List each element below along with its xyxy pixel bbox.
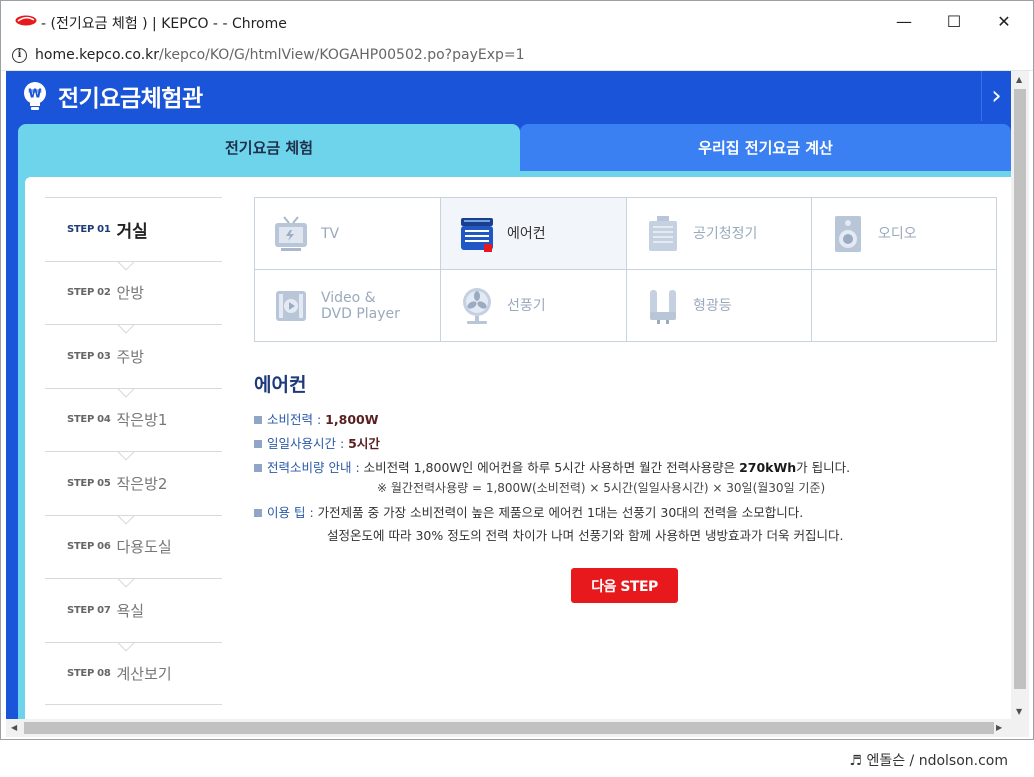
fluorescent-lamp-icon	[650, 289, 676, 324]
next-step-button[interactable]: 다음 STEP	[571, 568, 678, 603]
appliance-audio[interactable]: 오디오	[812, 198, 996, 270]
brand-header: ₩ 전기요금체험관	[22, 79, 203, 113]
horizontal-scrollbar[interactable]: ◀ ▶	[6, 719, 1029, 737]
chevron-right-icon[interactable]: ›	[981, 71, 1011, 121]
bullet-icon	[254, 509, 262, 517]
appliance-air-purifier[interactable]: 공기청정기	[627, 198, 812, 270]
scroll-left-icon[interactable]: ◀	[11, 723, 17, 732]
watermark: ♬ 엔돌슨 / ndolson.com	[849, 753, 1008, 769]
video-player-icon	[276, 290, 306, 321]
appliance-air-conditioner[interactable]: 에어컨	[441, 198, 627, 270]
step-item-kitchen[interactable]: STEP 03 주방	[45, 324, 222, 397]
air-conditioner-icon	[461, 217, 493, 252]
minimize-button[interactable]: —	[881, 7, 927, 35]
brand-title: 전기요금체험관	[58, 86, 203, 112]
lightbulb-logo-icon: ₩	[24, 82, 46, 110]
scroll-down-icon[interactable]: ▼	[1016, 707, 1022, 716]
close-button[interactable]: ✕	[981, 7, 1027, 35]
appliance-grid: TV 에어컨 공기청정기 오디오 Video & DVD Player 선풍기 …	[254, 197, 997, 342]
formula-line: ※ 월간전력사용량 = 1,800W(소비전력) × 5시간(일일사용시간) ×…	[377, 481, 826, 495]
tv-icon	[275, 215, 307, 251]
appliance-fluorescent-lamp[interactable]: 형광등	[627, 270, 812, 341]
window-title: - (전기요금 체험 ) | KEPCO - - Chrome	[41, 16, 287, 32]
info-icon[interactable]: i	[12, 48, 27, 63]
bullet-icon	[254, 416, 262, 424]
fan-icon	[463, 287, 491, 324]
speaker-icon	[835, 215, 861, 252]
vertical-scrollbar[interactable]: ▲ ▼	[1011, 71, 1029, 719]
svg-text:₩: ₩	[28, 87, 42, 101]
tip-line-2: 설정온도에 따라 30% 정도의 전력 차이가 나며 선풍기와 함께 사용하면 …	[327, 528, 844, 543]
usage-line: 전력소비량 안내 : 소비전력 1,800W인 에어컨을 하루 5시간 사용하면…	[254, 457, 850, 476]
title-bar: - (전기요금 체험 ) | KEPCO - - Chrome — ☐ ✕	[1, 1, 1033, 41]
step-item-calculation[interactable]: STEP 08 계산보기	[45, 641, 222, 705]
step-item-small-room-2[interactable]: STEP 05 작은방2	[45, 451, 222, 524]
address-bar[interactable]: i home.kepco.co.kr/kepco/KO/G/htmlView/K…	[1, 41, 1033, 71]
scroll-right-icon[interactable]: ▶	[996, 723, 1002, 732]
appliance-tv[interactable]: TV	[255, 198, 441, 270]
step-item-living-room[interactable]: STEP 01 거실	[45, 197, 222, 270]
kepco-logo-icon	[15, 15, 37, 26]
vertical-scroll-thumb[interactable]	[1014, 89, 1026, 689]
appliance-empty-slot	[812, 270, 996, 341]
bullet-icon	[254, 464, 262, 472]
step-item-utility-room[interactable]: STEP 06 다용도실	[45, 514, 222, 588]
tab-experience[interactable]: 전기요금 체험	[18, 124, 520, 171]
content-panel: STEP 01 거실 STEP 02 안방 STEP 03 주방 STEP 04 작은방…	[25, 177, 1011, 719]
power-line: 소비전력 : 1,800W	[254, 409, 379, 428]
tab-home-calc[interactable]: 우리집 전기요금 계산	[520, 124, 1011, 171]
hours-line: 일일사용시간 : 5시간	[254, 433, 380, 452]
browser-window: - (전기요금 체험 ) | KEPCO - - Chrome — ☐ ✕ i …	[0, 0, 1034, 740]
step-item-small-room-1[interactable]: STEP 04 작은방1	[45, 387, 222, 461]
maximize-button[interactable]: ☐	[931, 7, 977, 35]
url-text[interactable]: home.kepco.co.kr/kepco/KO/G/htmlView/KOG…	[35, 47, 525, 63]
horizontal-scroll-thumb[interactable]	[24, 722, 994, 734]
scroll-up-icon[interactable]: ▲	[1016, 75, 1022, 84]
page-content: ₩ 전기요금체험관 › 전기요금 체험 우리집 전기요금 계산 STEP 01 거…	[6, 71, 1011, 719]
step-list: STEP 01 거실 STEP 02 안방 STEP 03 주방 STEP 04 작은방…	[45, 197, 222, 705]
appliance-video-dvd[interactable]: Video & DVD Player	[255, 270, 441, 341]
appliance-fan[interactable]: 선풍기	[441, 270, 627, 341]
tab-bar: 전기요금 체험 우리집 전기요금 계산	[18, 124, 1011, 171]
tip-line: 이용 팁 : 가전제품 중 가장 소비전력이 높은 제품으로 에어컨 1대는 선…	[254, 502, 803, 521]
air-purifier-icon	[649, 215, 677, 251]
step-item-master-bedroom[interactable]: STEP 02 안방	[45, 260, 222, 334]
step-item-bathroom[interactable]: STEP 07 욕실	[45, 578, 222, 651]
bullet-icon	[254, 440, 262, 448]
detail-title: 에어컨	[254, 374, 307, 396]
